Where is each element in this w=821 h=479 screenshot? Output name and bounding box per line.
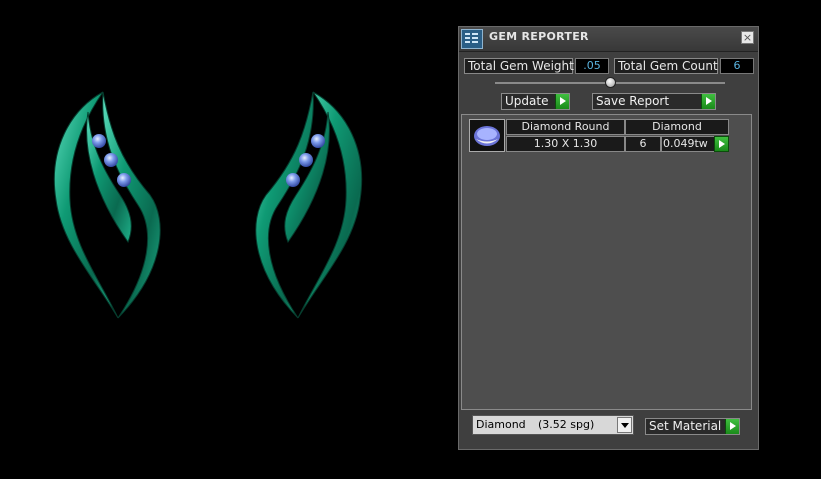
window-title: GEM REPORTER	[489, 30, 589, 43]
gem-reporter-icon	[461, 29, 483, 49]
slider-handle[interactable]	[604, 77, 616, 88]
left-gem-3	[117, 173, 131, 187]
update-button-label: Update	[505, 94, 549, 108]
save-report-button-label: Save Report	[596, 94, 670, 108]
title-bar[interactable]: GEM REPORTER ×	[459, 27, 758, 52]
gem-name-cell: Diamond Round	[506, 119, 625, 135]
earrings-render	[53, 91, 363, 319]
gem-weight-cell: 0.049tw	[661, 136, 715, 152]
right-earring	[255, 91, 363, 319]
update-button[interactable]: Update	[501, 93, 570, 110]
right-gem-3	[286, 173, 300, 187]
set-material-button[interactable]: Set Material	[645, 418, 740, 435]
save-report-button[interactable]: Save Report	[592, 93, 716, 110]
left-earring	[53, 91, 161, 319]
gem-size-cell: 1.30 X 1.30	[506, 136, 625, 152]
green-play-arrow-icon[interactable]	[714, 136, 729, 152]
total-gem-weight-value: .05	[575, 58, 609, 74]
right-gem-2	[299, 153, 313, 167]
material-select[interactable]: Diamond (3.52 spg)	[472, 415, 634, 435]
left-gem-1	[92, 134, 106, 148]
total-gem-count-label: Total Gem Count	[614, 58, 718, 74]
material-select-spg: (3.52 spg)	[538, 418, 595, 431]
gem-count-cell: 6	[625, 136, 661, 152]
total-gem-weight-label: Total Gem Weight	[464, 58, 574, 74]
chevron-down-icon[interactable]	[617, 417, 632, 433]
round-diamond-icon	[469, 119, 505, 152]
right-gem-1	[311, 134, 325, 148]
total-gem-count-value: 6	[720, 58, 754, 74]
green-play-arrow-icon	[555, 94, 569, 109]
gem-list[interactable]: Diamond Round Diamond 1.30 X 1.30 6 0.04…	[461, 114, 752, 410]
material-select-name: Diamond	[476, 418, 526, 431]
gem-reporter-panel: GEM REPORTER × Total Gem Weight .05 Tota…	[458, 26, 759, 450]
set-material-button-label: Set Material	[649, 419, 722, 433]
gem-material-cell: Diamond	[625, 119, 729, 135]
green-play-arrow-icon	[725, 419, 739, 434]
green-play-arrow-icon	[701, 94, 715, 109]
left-gem-2	[104, 153, 118, 167]
close-icon[interactable]: ×	[741, 31, 754, 44]
